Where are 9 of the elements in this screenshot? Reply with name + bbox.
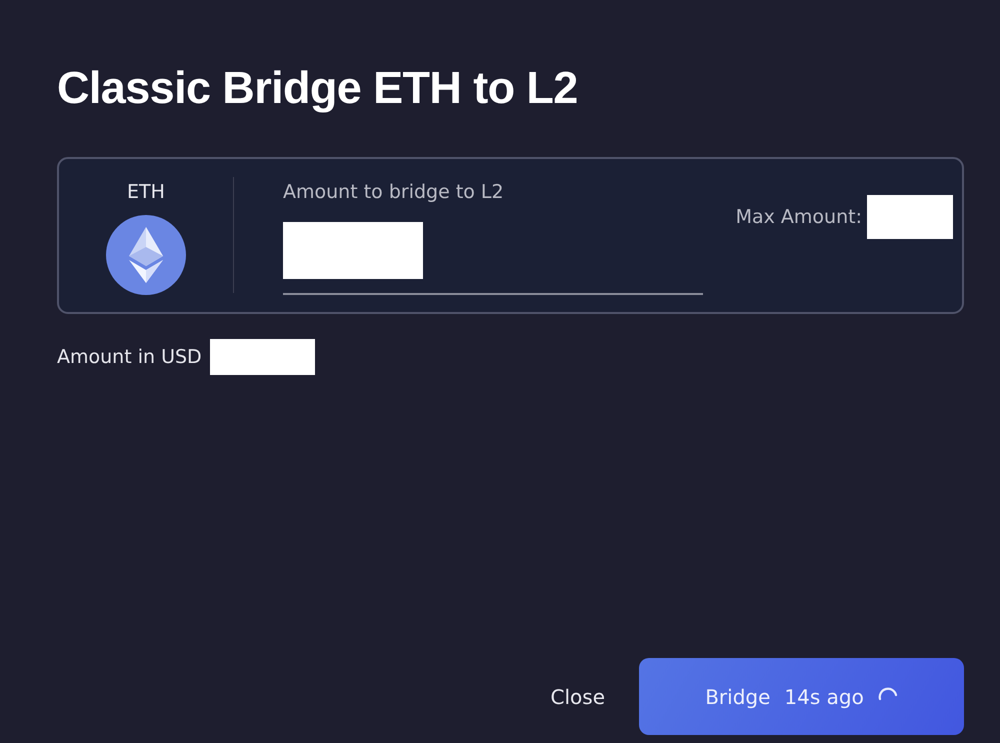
amount-input-field[interactable]	[283, 222, 703, 295]
diamond-coin-icon	[106, 215, 186, 295]
amount-label: Amount to bridge to L2	[283, 181, 504, 203]
token-symbol: ETH	[127, 181, 165, 203]
close-button[interactable]: Close	[550, 680, 605, 712]
max-amount-label: Max Amount:	[736, 206, 862, 228]
usd-amount-label: Amount in USD	[57, 346, 202, 368]
bridge-button[interactable]: Bridge 14s ago	[639, 658, 964, 735]
dialog-title: Classic Bridge ETH to L2	[57, 62, 578, 114]
